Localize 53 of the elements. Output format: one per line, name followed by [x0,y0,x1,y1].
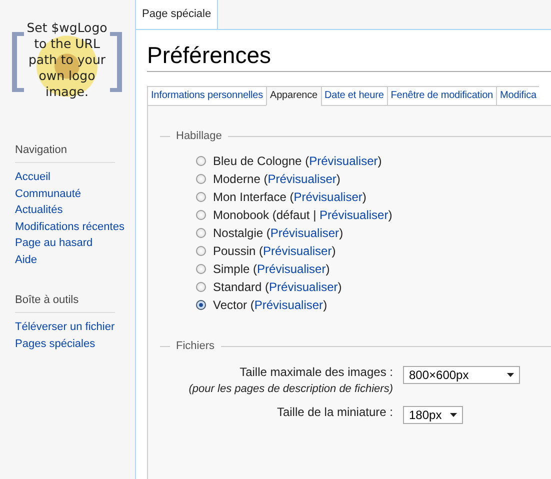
radio-button[interactable] [196,246,206,256]
preview-link[interactable]: Prévisualiser [263,244,332,258]
skin-label: Simple (Prévisualiser) [213,262,330,276]
skin-label: Bleu de Cologne (Prévisualiser) [213,154,382,168]
skin-label: Standard (Prévisualiser) [213,280,342,294]
sidebar-heading: Boîte à outils [15,294,115,313]
field-note: (pour les pages de description de fichiers) [188,382,393,397]
preview-link[interactable]: Prévisualiser [270,226,340,240]
preview-link[interactable]: Prévisualiser [257,262,326,276]
sidebar-link[interactable]: Pages spéciales [15,336,96,352]
sidebar-link[interactable]: Actualités [15,202,63,218]
preview-link[interactable]: Prévisualiser [309,154,378,168]
preview-link[interactable]: Prévisualiser [269,280,338,294]
preferences-tab[interactable]: Informations personnelles [147,86,266,106]
radio-button[interactable] [196,300,206,310]
sidebar-link[interactable]: Téléverser un fichier [15,319,115,336]
preview-link[interactable]: Prévisualiser [268,172,336,186]
preferences-tab[interactable]: Modifica [496,86,540,106]
section-legend: Fichiers [170,340,221,352]
radio-button[interactable] [196,156,206,166]
preferences-tab[interactable]: Date et heure [320,86,387,106]
radio-button[interactable] [196,264,206,274]
size-dropdown[interactable]: 180px [403,406,463,424]
size-dropdown[interactable]: 800×600px [403,366,520,384]
sidebar-link[interactable]: Page au hasard [15,235,93,252]
sidebar-heading: Navigation [15,144,115,163]
radio-button[interactable] [196,174,206,184]
caret-icon [450,413,457,417]
skin-label: Moderne (Prévisualiser) [213,172,340,186]
page-heading: Préférences [147,42,551,72]
caret-icon [506,373,514,377]
radio-button[interactable] [196,228,206,238]
section-legend: Habillage [170,130,228,142]
skin-label: Mon Interface (Prévisualiser) [213,190,366,204]
skin-label: Vector (Prévisualiser) [213,298,328,312]
page-tab[interactable]: Page spéciale [135,0,218,29]
field-label: Taille maximale des images : [240,364,393,381]
skin-label: Nostalgie (Prévisualiser) [213,226,344,240]
preferences-tab[interactable]: Fenêtre de modification [386,86,496,106]
sidebar-link[interactable]: Accueil [15,169,50,186]
sidebar-link[interactable]: Modifications récentes [15,218,124,235]
preview-link[interactable]: Prévisualiser [320,208,388,222]
preferences-tab[interactable]: Apparence [266,86,320,106]
sidebar-link[interactable]: Communauté [15,186,82,202]
sidebar-link[interactable]: Aide [15,252,38,268]
radio-button[interactable] [196,210,206,220]
preview-link[interactable]: Prévisualiser [254,298,324,312]
skin-label: Poussin (Prévisualiser) [213,244,336,258]
skin-label: Monobook (défaut | Prévisualiser) [213,208,392,222]
field-label: Taille de la miniature : [276,404,393,421]
radio-button[interactable] [196,192,206,202]
radio-button[interactable] [196,282,206,292]
preview-link[interactable]: Prévisualiser [294,190,362,204]
